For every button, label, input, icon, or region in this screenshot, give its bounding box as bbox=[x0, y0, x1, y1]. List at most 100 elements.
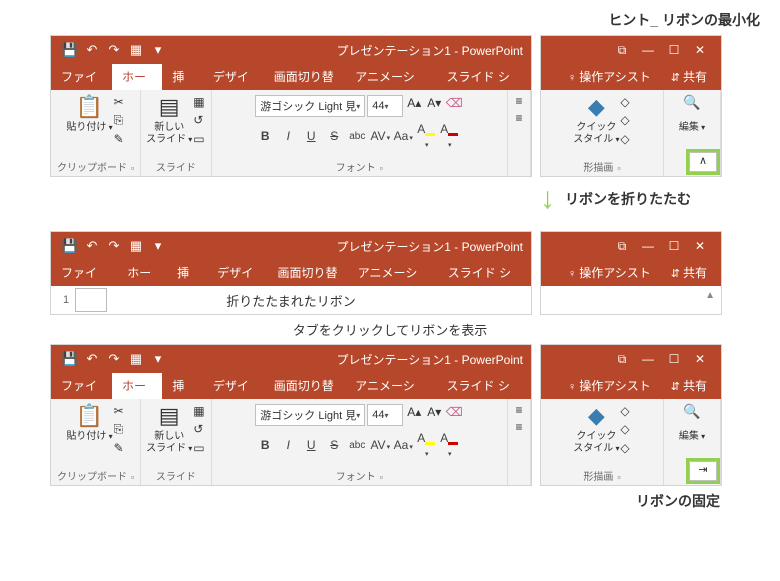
tab-transition[interactable]: 画面切り替え bbox=[264, 373, 345, 399]
align-button[interactable]: ≡ bbox=[515, 111, 522, 128]
tab-insert[interactable]: 挿入 bbox=[167, 260, 207, 286]
tab-file[interactable]: ファイル bbox=[51, 64, 112, 90]
highlight-button[interactable]: A bbox=[416, 431, 436, 459]
tab-share[interactable]: 共有 bbox=[661, 260, 717, 286]
qat-more-icon[interactable]: ▾ bbox=[147, 351, 169, 367]
tab-transition[interactable]: 画面切り替え bbox=[267, 260, 347, 286]
tab-transition[interactable]: 画面切り替え bbox=[264, 64, 345, 90]
tab-design[interactable]: デザイン bbox=[203, 64, 264, 90]
undo-icon[interactable]: ↶ bbox=[81, 42, 103, 58]
clear-format-button[interactable]: ⌫ bbox=[445, 405, 463, 425]
maximize-button[interactable]: ☐ bbox=[661, 352, 687, 366]
pin-ribbon-button[interactable]: ⇥ bbox=[689, 461, 717, 481]
shrink-font-button[interactable]: A▾ bbox=[425, 96, 443, 116]
undo-icon[interactable]: ↶ bbox=[81, 351, 103, 367]
maximize-button[interactable]: ☐ bbox=[661, 239, 687, 253]
save-icon[interactable]: 💾 bbox=[59, 42, 81, 58]
format-painter-button[interactable]: ✎ bbox=[114, 441, 124, 458]
font-name-combo[interactable]: 游ゴシック Light 見 bbox=[255, 95, 365, 117]
tab-file[interactable]: ファイル bbox=[51, 373, 112, 399]
tab-insert[interactable]: 挿入 bbox=[162, 64, 202, 90]
new-slide-button[interactable]: ▤ 新しい スライド bbox=[147, 403, 191, 455]
minimize-button[interactable]: — bbox=[635, 239, 661, 253]
reset-button[interactable]: ↺ bbox=[193, 422, 204, 439]
underline-button[interactable]: U bbox=[301, 129, 321, 143]
copy-button[interactable]: ⎘ bbox=[114, 422, 124, 439]
bold-button[interactable]: B bbox=[255, 438, 275, 452]
minimize-button[interactable]: — bbox=[635, 352, 661, 366]
shape-fill-button[interactable]: ◇ bbox=[620, 95, 629, 112]
tab-share[interactable]: 共有 bbox=[661, 373, 717, 399]
scroll-up-icon[interactable]: ▲ bbox=[705, 290, 715, 301]
cut-button[interactable]: ✂ bbox=[114, 95, 124, 112]
slide-thumbnail[interactable] bbox=[75, 288, 107, 312]
cut-button[interactable]: ✂ bbox=[114, 404, 124, 421]
tab-tell-me[interactable]: 操作アシスト bbox=[558, 373, 661, 399]
font-color-button[interactable]: A bbox=[439, 122, 459, 150]
tab-file[interactable]: ファイル bbox=[51, 260, 111, 286]
reset-button[interactable]: ↺ bbox=[193, 113, 204, 130]
bullet-button[interactable]: ≡ bbox=[515, 403, 522, 420]
paste-button[interactable]: 📋 貼り付け bbox=[68, 403, 112, 443]
strike-button[interactable]: S bbox=[324, 129, 344, 143]
tab-slideshow[interactable]: スライド ショー bbox=[436, 373, 531, 399]
shrink-font-button[interactable]: A▾ bbox=[425, 405, 443, 425]
tab-animation[interactable]: アニメーション bbox=[348, 260, 438, 286]
tab-tell-me[interactable]: 操作アシスト bbox=[558, 260, 661, 286]
redo-icon[interactable]: ↷ bbox=[103, 42, 125, 58]
redo-icon[interactable]: ↷ bbox=[103, 238, 125, 254]
case-button[interactable]: Aa bbox=[393, 129, 413, 143]
spacing-button[interactable]: AV bbox=[370, 438, 390, 452]
maximize-button[interactable]: ☐ bbox=[661, 43, 687, 57]
undo-icon[interactable]: ↶ bbox=[81, 238, 103, 254]
case-button[interactable]: Aa bbox=[393, 438, 413, 452]
tab-home[interactable]: ホーム bbox=[112, 64, 162, 90]
italic-button[interactable]: I bbox=[278, 129, 298, 143]
strike-button[interactable]: S bbox=[324, 438, 344, 452]
tab-home[interactable]: ホーム bbox=[117, 260, 167, 286]
shape-effects-button[interactable]: ◇ bbox=[620, 441, 629, 458]
format-painter-button[interactable]: ✎ bbox=[114, 132, 124, 149]
start-icon[interactable]: ▦ bbox=[125, 42, 147, 58]
section-button[interactable]: ▭ bbox=[193, 441, 204, 458]
shape-fill-button[interactable]: ◇ bbox=[620, 404, 629, 421]
qat-more-icon[interactable]: ▾ bbox=[147, 42, 169, 58]
bold-button[interactable]: B bbox=[255, 129, 275, 143]
tab-slideshow[interactable]: スライド ショー bbox=[438, 260, 531, 286]
start-icon[interactable]: ▦ bbox=[125, 238, 147, 254]
layout-button[interactable]: ▦ bbox=[193, 95, 204, 112]
font-name-combo[interactable]: 游ゴシック Light 見 bbox=[255, 404, 365, 426]
tab-share[interactable]: 共有 bbox=[661, 64, 717, 90]
close-button[interactable]: ✕ bbox=[687, 43, 713, 57]
layout-button[interactable]: ▦ bbox=[193, 404, 204, 421]
font-size-combo[interactable]: 44 bbox=[367, 95, 403, 117]
editing-button[interactable]: 🔍 編集 bbox=[670, 403, 714, 443]
section-button[interactable]: ▭ bbox=[193, 132, 204, 149]
save-icon[interactable]: 💾 bbox=[59, 238, 81, 254]
underline-button[interactable]: U bbox=[301, 438, 321, 452]
new-slide-button[interactable]: ▤ 新しい スライド bbox=[147, 94, 191, 146]
shadow-button[interactable]: abc bbox=[347, 131, 367, 142]
spacing-button[interactable]: AV bbox=[370, 129, 390, 143]
shadow-button[interactable]: abc bbox=[347, 440, 367, 451]
save-icon[interactable]: 💾 bbox=[59, 351, 81, 367]
restore-icon[interactable]: ⧉ bbox=[609, 239, 635, 254]
redo-icon[interactable]: ↷ bbox=[103, 351, 125, 367]
tab-slideshow[interactable]: スライド ショー bbox=[436, 64, 531, 90]
quick-styles-button[interactable]: ◆ クイック スタイル bbox=[574, 403, 618, 455]
align-button[interactable]: ≡ bbox=[515, 420, 522, 437]
close-button[interactable]: ✕ bbox=[687, 239, 713, 253]
font-size-combo[interactable]: 44 bbox=[367, 404, 403, 426]
close-button[interactable]: ✕ bbox=[687, 352, 713, 366]
restore-icon[interactable]: ⧉ bbox=[609, 43, 635, 58]
restore-icon[interactable]: ⧉ bbox=[609, 352, 635, 367]
qat-more-icon[interactable]: ▾ bbox=[147, 238, 169, 254]
collapse-ribbon-button[interactable]: ∧ bbox=[689, 152, 717, 172]
dialog-launcher-icon[interactable]: ▫ bbox=[131, 163, 134, 173]
quick-styles-button[interactable]: ◆ クイック スタイル bbox=[574, 94, 618, 146]
tab-home[interactable]: ホーム bbox=[112, 373, 162, 399]
tab-insert[interactable]: 挿入 bbox=[162, 373, 202, 399]
tab-animation[interactable]: アニメーション bbox=[345, 64, 436, 90]
clear-format-button[interactable]: ⌫ bbox=[445, 96, 463, 116]
bullet-button[interactable]: ≡ bbox=[515, 94, 522, 111]
